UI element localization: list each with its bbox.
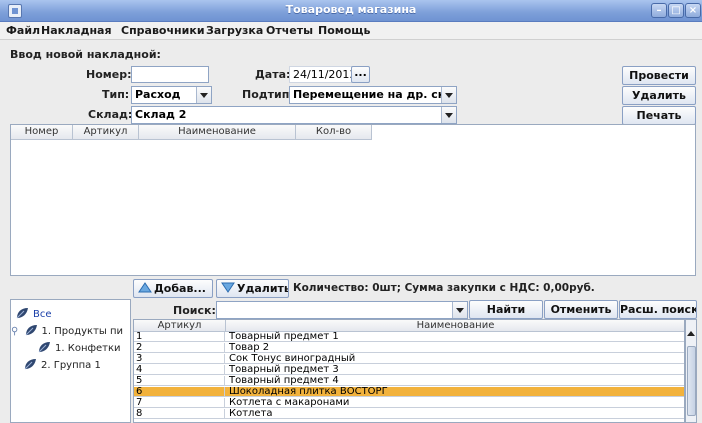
article-cell: 3 <box>134 354 225 364</box>
remove-item-button[interactable]: Удалить <box>216 279 289 298</box>
table-row[interactable]: 1 Товарный предмет 1 <box>134 331 684 342</box>
menu-directories[interactable]: Справочники <box>121 24 205 37</box>
tree-node-candies[interactable]: 1. Конфетки <box>37 341 121 354</box>
column-header-name[interactable]: Наименование <box>139 125 296 140</box>
leaf-icon <box>23 358 37 370</box>
arrow-up-icon <box>138 282 152 293</box>
subtype-select-value: Перемещение на др. ск... <box>293 88 457 101</box>
tree-expander-icon: ⚲ <box>11 326 19 337</box>
title-bar: Товаровед магазина – □ × <box>0 0 702 22</box>
product-table[interactable]: Артикул Наименование 1 Товарный предмет 1… <box>133 319 685 423</box>
category-tree[interactable]: Все ⚲ 1. Продукты пи 1. Конфетки 2. Груп… <box>10 299 131 423</box>
article-cell: 1 <box>134 332 225 342</box>
tree-node-label: 2. Группа 1 <box>41 360 101 371</box>
name-cell: Шоколадная плитка ВОСТОРГ <box>229 386 388 397</box>
number-label: Номер: <box>86 68 132 81</box>
type-label: Тип: <box>102 88 130 101</box>
menu-load[interactable]: Загрузка <box>206 24 263 37</box>
table-row[interactable]: 8 Котлета <box>134 408 684 419</box>
type-select[interactable]: Расход <box>131 86 212 104</box>
column-header-number[interactable]: Номер <box>11 125 73 140</box>
cancel-search-button[interactable]: Отменить <box>544 300 618 319</box>
tree-node-label: 1. Продукты пи <box>41 326 124 337</box>
column-header-article[interactable]: Артикул <box>134 320 226 332</box>
number-field[interactable] <box>131 66 209 83</box>
scroll-up-icon[interactable] <box>687 331 695 336</box>
name-cell: Котлета с макаронами <box>229 397 350 408</box>
find-button[interactable]: Найти <box>469 300 543 319</box>
add-item-label: Добав... <box>154 282 206 295</box>
table-row[interactable]: 7 Котлета с макаронами <box>134 397 684 408</box>
article-cell: 8 <box>134 409 225 419</box>
close-button[interactable]: × <box>685 3 701 18</box>
name-cell: Товарный предмет 4 <box>229 375 339 386</box>
article-cell: 7 <box>134 398 225 408</box>
chevron-down-icon <box>452 302 467 318</box>
search-label: Поиск: <box>173 304 216 317</box>
summary-text: Количество: 0шт; Сумма закупки с НДС: 0,… <box>293 282 595 294</box>
article-cell: 4 <box>134 365 225 375</box>
article-cell: 6 <box>134 387 225 397</box>
leaf-icon <box>24 324 38 336</box>
tree-node-products[interactable]: ⚲ 1. Продукты пи <box>11 324 123 337</box>
column-header-quantity[interactable]: Кол-во <box>296 125 372 140</box>
column-header-article[interactable]: Артикул <box>73 125 139 140</box>
menu-invoice[interactable]: Накладная <box>41 24 112 37</box>
date-label: Дата: <box>255 68 291 81</box>
tree-node-label: 1. Конфетки <box>55 343 121 354</box>
arrow-down-icon <box>221 282 235 293</box>
leaf-icon <box>15 307 29 319</box>
chevron-down-icon <box>196 87 211 103</box>
table-row[interactable]: 4 Товарный предмет 3 <box>134 364 684 375</box>
delete-invoice-button[interactable]: Удалить <box>622 86 696 105</box>
subtype-label: Подтип: <box>242 88 294 101</box>
add-item-button[interactable]: Добав... <box>133 279 213 298</box>
tree-node-label: Все <box>33 309 52 320</box>
search-input[interactable] <box>216 301 468 319</box>
tree-node-all[interactable]: Все <box>15 307 52 320</box>
product-table-scrollbar[interactable] <box>685 319 697 423</box>
article-cell: 5 <box>134 376 225 386</box>
leaf-icon <box>37 341 51 353</box>
table-row[interactable]: 3 Сок Тонус виноградный <box>134 353 684 364</box>
table-row[interactable]: 6 Шоколадная плитка ВОСТОРГ <box>134 386 684 397</box>
menu-file[interactable]: Файл <box>6 24 40 37</box>
form-heading: Ввод новой накладной: <box>10 48 161 61</box>
name-cell: Товарный предмет 3 <box>229 364 339 375</box>
advanced-search-button[interactable]: Расш. поиск <box>619 300 697 319</box>
menu-bar: Файл Накладная Справочники Загрузка Отче… <box>0 22 702 40</box>
scrollbar-thumb[interactable] <box>687 346 696 416</box>
tree-node-group1[interactable]: 2. Группа 1 <box>23 358 101 371</box>
table-row[interactable]: 2 Товар 2 <box>134 342 684 353</box>
remove-item-label: Удалить <box>237 282 289 295</box>
maximize-button[interactable]: □ <box>668 3 684 18</box>
name-cell: Сок Тонус виноградный <box>229 353 356 364</box>
chevron-down-icon <box>441 107 456 123</box>
date-picker-button[interactable]: ... <box>351 66 370 83</box>
menu-reports[interactable]: Отчеты <box>266 24 313 37</box>
warehouse-label: Склад: <box>88 108 133 121</box>
warehouse-select[interactable]: Склад 2 <box>131 106 457 124</box>
invoice-items-table[interactable]: Номер Артикул Наименование Кол-во <box>10 124 696 276</box>
name-cell: Товарный предмет 1 <box>229 331 339 342</box>
type-select-value: Расход <box>135 88 181 101</box>
minimize-button[interactable]: – <box>651 3 667 18</box>
warehouse-select-value: Склад 2 <box>135 108 187 121</box>
menu-help[interactable]: Помощь <box>318 24 370 37</box>
chevron-down-icon <box>441 87 456 103</box>
post-button[interactable]: Провести <box>622 66 696 85</box>
window-title: Товаровед магазина <box>285 3 417 16</box>
name-cell: Товар 2 <box>229 342 270 353</box>
table-row[interactable]: 5 Товарный предмет 4 <box>134 375 684 386</box>
print-button[interactable]: Печать <box>622 106 696 125</box>
name-cell: Котлета <box>229 408 273 419</box>
article-cell: 2 <box>134 343 225 353</box>
subtype-select[interactable]: Перемещение на др. ск... <box>289 86 457 104</box>
